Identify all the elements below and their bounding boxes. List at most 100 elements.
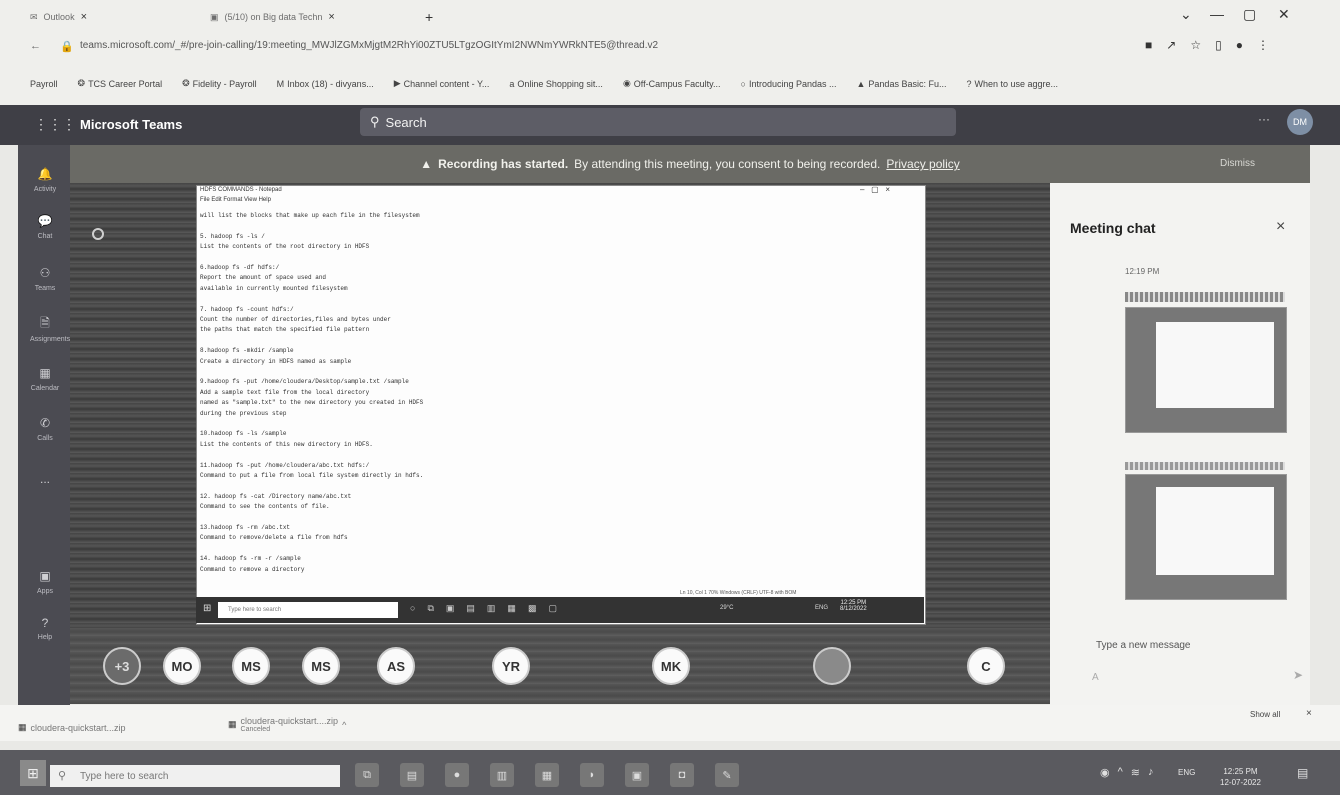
teams-icon: ▣ (210, 11, 219, 22)
outlook-icon: ✉ (30, 11, 38, 22)
download-item[interactable]: ▦ cloudera-quickstart...zip (18, 722, 126, 733)
sidebar-item-apps[interactable]: Apps (30, 588, 60, 595)
os-search-input[interactable]: Type here to search (50, 765, 340, 787)
taskbar-app-icon[interactable]: ▣ (625, 763, 649, 787)
wifi-icon[interactable]: ≋ (1131, 766, 1140, 779)
bookmark-item[interactable]: ○ Introducing Pandas ... (741, 79, 837, 89)
taskbar-app-icon[interactable]: ▥ (490, 763, 514, 787)
more-apps-icon[interactable]: ... (34, 468, 56, 490)
activity-icon[interactable]: 🔔 (34, 163, 56, 185)
chevron-up-icon[interactable]: ^ (342, 720, 346, 730)
system-tray: ◉ ^ ≋ ♪ (1100, 766, 1154, 779)
volume-icon[interactable]: ♪ (1148, 766, 1154, 779)
more-options-icon[interactable]: ··· (1258, 112, 1270, 126)
address-bar[interactable]: teams.microsoft.com/_#/pre-join-calling/… (80, 40, 658, 51)
bookmark-item[interactable]: ❂ Fidelity - Payroll (182, 78, 257, 89)
sidebar-item-calendar[interactable]: Calendar (30, 385, 60, 392)
close-icon[interactable]: × (1276, 218, 1285, 236)
avatar[interactable]: DM (1287, 109, 1313, 135)
bookmark-item[interactable]: ◉ Off-Campus Faculty... (623, 78, 721, 89)
sidebar-item-assignments[interactable]: Assignments (30, 336, 70, 343)
bookmark-item[interactable]: ▲ Pandas Basic: Fu... (857, 79, 947, 89)
close-tab-icon[interactable]: × (328, 11, 334, 23)
participant-avatar[interactable]: MS (232, 647, 270, 685)
task-view-icon: ⧉ (427, 603, 434, 613)
bookmark-item[interactable]: M Inbox (18) - divyans... (277, 79, 374, 89)
new-tab-button[interactable]: + (425, 6, 433, 28)
sidebar-item-teams[interactable]: Teams (30, 285, 60, 292)
privacy-policy-link[interactable]: Privacy policy (886, 157, 959, 171)
language-indicator[interactable]: ENG (1178, 768, 1195, 777)
teams-icon[interactable]: ⚇ (34, 262, 56, 284)
participant-photo-avatar[interactable] (813, 647, 851, 685)
taskbar-app-icon[interactable]: ◘ (670, 763, 694, 787)
chat-image-thumbnail[interactable] (1125, 307, 1287, 433)
calls-icon[interactable]: ✆ (34, 412, 56, 434)
warning-icon: ▲ (420, 157, 433, 171)
close-window-button[interactable]: ✕ (1278, 6, 1290, 23)
taskbar-app-icon[interactable]: ◗ (580, 763, 604, 787)
assignments-icon[interactable]: 🗎 (34, 313, 56, 335)
minimize-chevron-icon[interactable]: ⌄ (1180, 6, 1192, 23)
participant-avatar[interactable]: MO (163, 647, 201, 685)
chevron-up-icon[interactable]: ^ (1118, 766, 1123, 779)
participants-strip (70, 628, 1050, 704)
sidebar-item-help[interactable]: Help (30, 634, 60, 641)
participant-avatar[interactable]: YR (492, 647, 530, 685)
minimize-button[interactable]: — (1210, 6, 1224, 22)
participant-avatar[interactable]: C (967, 647, 1005, 685)
help-icon[interactable]: ? (34, 612, 56, 634)
app-title: Microsoft Teams (80, 117, 183, 132)
app-icon: ▢ (548, 603, 557, 613)
bookmark-item[interactable]: a Online Shopping sit... (509, 79, 603, 89)
back-icon[interactable]: ← (30, 40, 41, 52)
chat-icon[interactable]: 💬 (34, 210, 56, 232)
participant-avatar[interactable]: MS (302, 647, 340, 685)
participant-avatar[interactable]: MK (652, 647, 690, 685)
dismiss-button[interactable]: Dismiss (1220, 158, 1255, 169)
notifications-icon[interactable]: ▤ (1297, 766, 1308, 780)
sidebar-item-activity[interactable]: Activity (30, 186, 60, 193)
sidebar-icon[interactable]: ▯ (1215, 38, 1222, 52)
bookmark-item[interactable]: ▶ Channel content - Y... (394, 78, 490, 89)
calendar-icon[interactable]: ▦ (34, 362, 56, 384)
format-icon[interactable]: A (1092, 672, 1099, 683)
sidebar-item-chat[interactable]: Chat (30, 233, 60, 240)
download-item[interactable]: ▦ cloudera-quickstart....zip Canceled ^ (228, 716, 346, 733)
send-icon[interactable]: ➤ (1293, 668, 1303, 682)
sidebar-item-calls[interactable]: Calls (30, 435, 60, 442)
taskbar-clock[interactable]: 12:25 PM 12-07-2022 (1220, 766, 1261, 788)
task-view-icon[interactable]: ⧉ (355, 763, 379, 787)
app-launcher-icon[interactable]: ⋮⋮⋮ (34, 116, 76, 133)
search-input[interactable]: ⚲ Search (360, 108, 956, 136)
notepad-line: 7. hadoop fs -count hdfs:/ (200, 305, 294, 313)
taskbar-app-icon[interactable]: ✎ (715, 763, 739, 787)
apps-icon[interactable]: ▣ (34, 565, 56, 587)
chat-message-input[interactable]: Type a new message (1096, 640, 1191, 651)
start-button[interactable]: ⊞ (20, 760, 46, 786)
app-tray-icon[interactable]: ◉ (1100, 766, 1110, 779)
chat-timestamp: 12:19 PM (1125, 267, 1160, 276)
chat-image-thumbnail[interactable] (1125, 474, 1287, 600)
taskbar-app-icon[interactable]: ▦ (535, 763, 559, 787)
star-icon[interactable]: ☆ (1190, 38, 1201, 52)
bookmark-item[interactable]: ❂ TCS Career Portal (78, 78, 163, 89)
maximize-button[interactable]: ▢ (1243, 6, 1256, 23)
close-icon[interactable]: × (1306, 708, 1312, 719)
more-participants[interactable]: +3 (103, 647, 141, 685)
app-icon: ▣ (445, 603, 455, 613)
tab-outlook[interactable]: ✉ Outlook × (30, 6, 87, 28)
taskbar-app-icon[interactable]: ▤ (400, 763, 424, 787)
notepad-line: Command to remove/delete a file from hdf… (200, 534, 348, 542)
profile-icon[interactable]: ● (1236, 38, 1243, 52)
camera-icon[interactable]: ■ (1145, 38, 1152, 52)
share-icon[interactable]: ↗ (1166, 38, 1176, 52)
bookmark-item[interactable]: Payroll (30, 79, 58, 89)
menu-icon[interactable]: ⋮ (1257, 38, 1269, 52)
participant-avatar[interactable]: AS (377, 647, 415, 685)
taskbar-app-icon[interactable]: ● (445, 763, 469, 787)
show-all-button[interactable]: Show all (1250, 710, 1280, 719)
tab-teams[interactable]: ▣ (5/10) on Big data Techn × (210, 6, 335, 28)
close-tab-icon[interactable]: × (81, 11, 87, 23)
bookmark-item[interactable]: ? When to use aggre... (966, 79, 1058, 89)
